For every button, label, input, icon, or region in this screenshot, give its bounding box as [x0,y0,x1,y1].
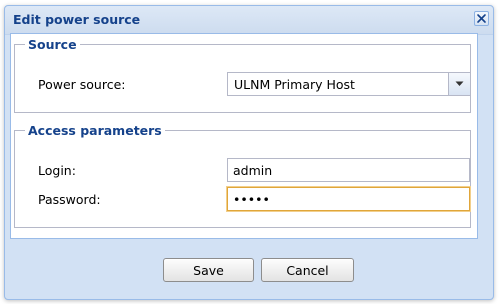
chevron-down-icon[interactable] [448,73,470,95]
power-source-select[interactable]: ULNM Primary Host [227,72,471,96]
power-source-value: ULNM Primary Host [234,77,355,92]
close-icon[interactable] [474,11,489,26]
access-parameters-legend: Access parameters [28,123,162,138]
chevron-down-glyph [455,81,464,86]
save-button[interactable]: Save [163,258,254,282]
dialog-title: Edit power source [13,12,141,27]
power-source-label: Power source: [38,77,126,92]
password-label: Password: [38,192,101,207]
login-field[interactable] [227,158,470,182]
password-field[interactable] [227,187,470,211]
dialog-titlebar[interactable]: Edit power source [5,6,493,35]
source-legend: Source [28,37,77,52]
cancel-button[interactable]: Cancel [261,258,354,282]
login-label: Login: [38,163,76,178]
close-icon-glyph [477,14,486,23]
